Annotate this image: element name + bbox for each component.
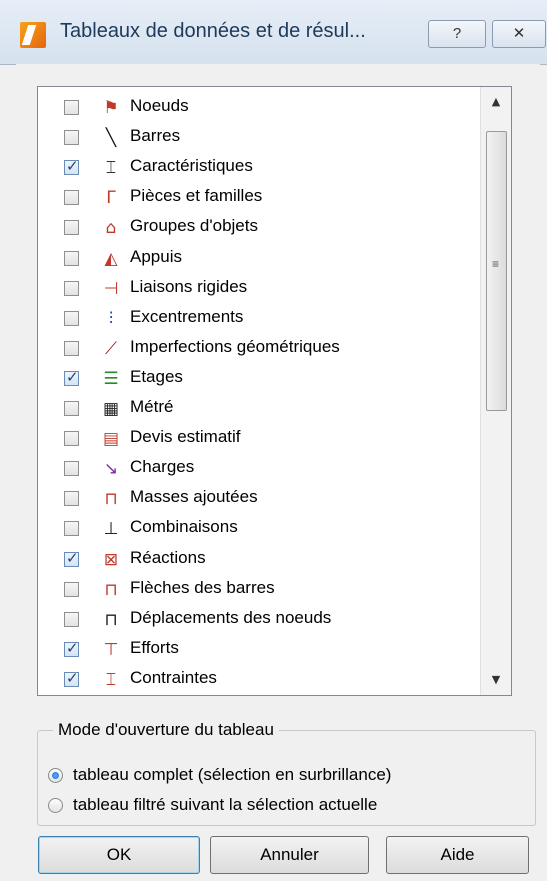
- item-label[interactable]: Réactions: [130, 548, 206, 568]
- list-item[interactable]: ⌂ Groupes d'objets: [38, 211, 478, 241]
- loads-icon: ↘: [103, 459, 119, 480]
- help-button[interactable]: Aide: [386, 836, 529, 874]
- scroll-thumb[interactable]: ≡: [486, 131, 507, 411]
- list-scrollbar[interactable]: ▲ ≡ ▼: [480, 87, 511, 695]
- pieces-icon: Γ: [106, 188, 116, 209]
- list-item[interactable]: ⊣ Liaisons rigides: [38, 272, 478, 302]
- groups-icon: ⌂: [105, 218, 117, 239]
- item-checkbox[interactable]: [64, 581, 79, 597]
- scroll-grip-icon: ≡: [492, 257, 500, 271]
- list-item[interactable]: ⊓ Déplacements des noeuds: [38, 603, 478, 633]
- list-item[interactable]: ⊤ Efforts: [38, 633, 478, 663]
- item-label[interactable]: Masses ajoutées: [130, 487, 258, 507]
- item-checkbox[interactable]: [64, 611, 79, 627]
- section-icon: ⌶: [105, 158, 117, 179]
- scroll-down-arrow-icon[interactable]: ▼: [481, 665, 511, 695]
- deflection-icon: ⊓: [104, 579, 118, 600]
- eccentric-icon: ⫶: [108, 308, 114, 329]
- item-checkbox[interactable]: [64, 190, 79, 206]
- metre-icon: ▦: [102, 399, 120, 419]
- scroll-up-arrow-icon[interactable]: ▲: [481, 87, 511, 117]
- forces-icon: ⊤: [103, 639, 119, 660]
- item-checkbox[interactable]: [64, 431, 79, 447]
- item-checkbox[interactable]: [64, 310, 79, 326]
- radio-full-table[interactable]: [48, 768, 63, 783]
- item-label[interactable]: Groupes d'objets: [130, 216, 258, 236]
- list-item[interactable]: ⌶ Contraintes: [38, 663, 478, 693]
- ok-button[interactable]: OK: [38, 836, 200, 874]
- item-checkbox[interactable]: [64, 639, 79, 657]
- list-item[interactable]: ⚑ Noeuds: [38, 91, 478, 121]
- item-checkbox[interactable]: [64, 549, 79, 567]
- node-icon: ⚑: [103, 98, 119, 118]
- list-item[interactable]: ▤ Devis estimatif: [38, 422, 478, 452]
- item-checkbox[interactable]: [64, 521, 79, 537]
- list-item[interactable]: ⫶ Excentrements: [38, 302, 478, 332]
- displacement-icon: ⊓: [104, 609, 118, 630]
- item-label[interactable]: Etages: [130, 367, 183, 387]
- help-title-button[interactable]: ?: [428, 20, 486, 48]
- radio-filtered-table[interactable]: [48, 798, 63, 813]
- item-checkbox[interactable]: [64, 340, 79, 356]
- item-label[interactable]: Imperfections géométriques: [130, 337, 340, 357]
- item-label[interactable]: Efforts: [130, 638, 179, 658]
- stress-icon: ⌶: [105, 669, 117, 690]
- list-item[interactable]: ⌶ Caractéristiques: [38, 151, 478, 181]
- item-checkbox[interactable]: [64, 100, 79, 115]
- list-item[interactable]: ⊓ Flèches des barres: [38, 573, 478, 603]
- list-item[interactable]: ⊥ Combinaisons: [38, 512, 478, 542]
- item-checkbox[interactable]: [64, 250, 79, 266]
- imperfection-icon: ⟋: [105, 338, 117, 359]
- combination-icon: ⊥: [103, 519, 119, 540]
- item-checkbox[interactable]: [64, 401, 79, 416]
- list-item[interactable]: ⟋ Imperfections géométriques: [38, 332, 478, 362]
- item-label[interactable]: Contraintes: [130, 668, 217, 688]
- item-label[interactable]: Noeuds: [130, 96, 189, 116]
- table-list[interactable]: ⚑ Noeuds ╲ Barres ⌶ Caractéristiques Γ Pièces e…: [37, 86, 512, 696]
- estimate-icon: ▤: [102, 429, 120, 450]
- item-label[interactable]: Barres: [130, 126, 180, 146]
- item-checkbox[interactable]: [64, 491, 79, 507]
- list-item[interactable]: ⊠ Réactions: [38, 543, 478, 573]
- list-item[interactable]: Γ Pièces et familles: [38, 181, 478, 211]
- item-label[interactable]: Excentrements: [130, 307, 243, 327]
- bar-icon: ╲: [105, 128, 117, 149]
- cancel-button[interactable]: Annuler: [210, 836, 369, 874]
- radio-filtered-table-label[interactable]: tableau filtré suivant la sélection actu…: [73, 795, 377, 815]
- item-checkbox[interactable]: [64, 280, 79, 296]
- item-label[interactable]: Combinaisons: [130, 517, 238, 537]
- item-label[interactable]: Métré: [130, 397, 173, 417]
- item-label[interactable]: Appuis: [130, 247, 182, 267]
- item-checkbox[interactable]: [64, 220, 79, 236]
- list-item[interactable]: ╲ Barres: [38, 121, 478, 151]
- item-checkbox[interactable]: [64, 368, 79, 386]
- item-checkbox[interactable]: [64, 130, 79, 146]
- support-icon: ◭: [104, 248, 118, 269]
- radio-full-table-label[interactable]: tableau complet (sélection en surbrillan…: [73, 765, 391, 785]
- item-checkbox[interactable]: [64, 669, 79, 687]
- close-button[interactable]: ✕: [492, 20, 546, 48]
- mass-icon: ⊓: [104, 489, 118, 510]
- item-label[interactable]: Charges: [130, 457, 194, 477]
- item-label[interactable]: Liaisons rigides: [130, 277, 247, 297]
- list-item[interactable]: ▦ Métré: [38, 392, 478, 422]
- list-item[interactable]: ↘ Charges: [38, 452, 478, 482]
- item-label[interactable]: Caractéristiques: [130, 156, 253, 176]
- list-item[interactable]: ◭ Appuis: [38, 242, 478, 272]
- window-title: Tableaux de données et de résul...: [60, 20, 366, 42]
- item-label[interactable]: Devis estimatif: [130, 427, 241, 447]
- list-item[interactable]: ⊓ Masses ajoutées: [38, 482, 478, 512]
- title-bar[interactable]: Tableaux de données et de résul... ? ✕: [0, 0, 547, 65]
- reaction-icon: ⊠: [103, 549, 119, 570]
- app-logo-icon: [20, 22, 46, 48]
- floors-icon: ☰: [103, 368, 119, 389]
- open-mode-title: Mode d'ouverture du tableau: [53, 720, 279, 740]
- item-checkbox[interactable]: [64, 157, 79, 176]
- item-label[interactable]: Flèches des barres: [130, 578, 275, 598]
- rigid-link-icon: ⊣: [103, 278, 119, 299]
- item-label[interactable]: Déplacements des noeuds: [130, 608, 331, 628]
- item-label[interactable]: Pièces et familles: [130, 186, 262, 206]
- item-checkbox[interactable]: [64, 461, 79, 477]
- list-item[interactable]: ☰ Etages: [38, 362, 478, 392]
